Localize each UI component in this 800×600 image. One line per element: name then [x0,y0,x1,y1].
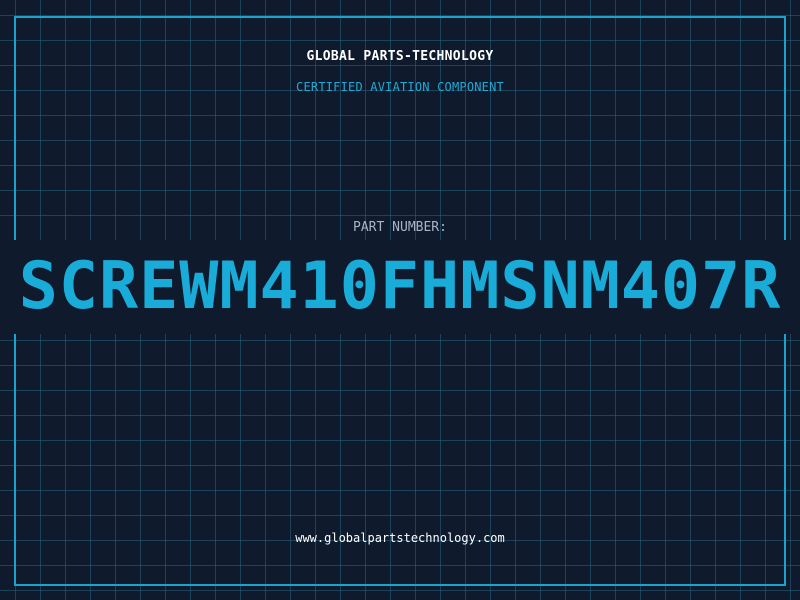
part-number-label: PART NUMBER: [353,220,447,235]
certification-text: CERTIFIED AVIATION COMPONENT [296,80,504,94]
company-name: GLOBAL PARTS-TECHNOLOGY [306,49,494,64]
website-url: www.globalpartstechnology.com [295,531,505,545]
part-number-value: SCREWM410FHMSNM407R [18,249,782,324]
part-number-band: SCREWM410FHMSNM407R [0,240,800,334]
